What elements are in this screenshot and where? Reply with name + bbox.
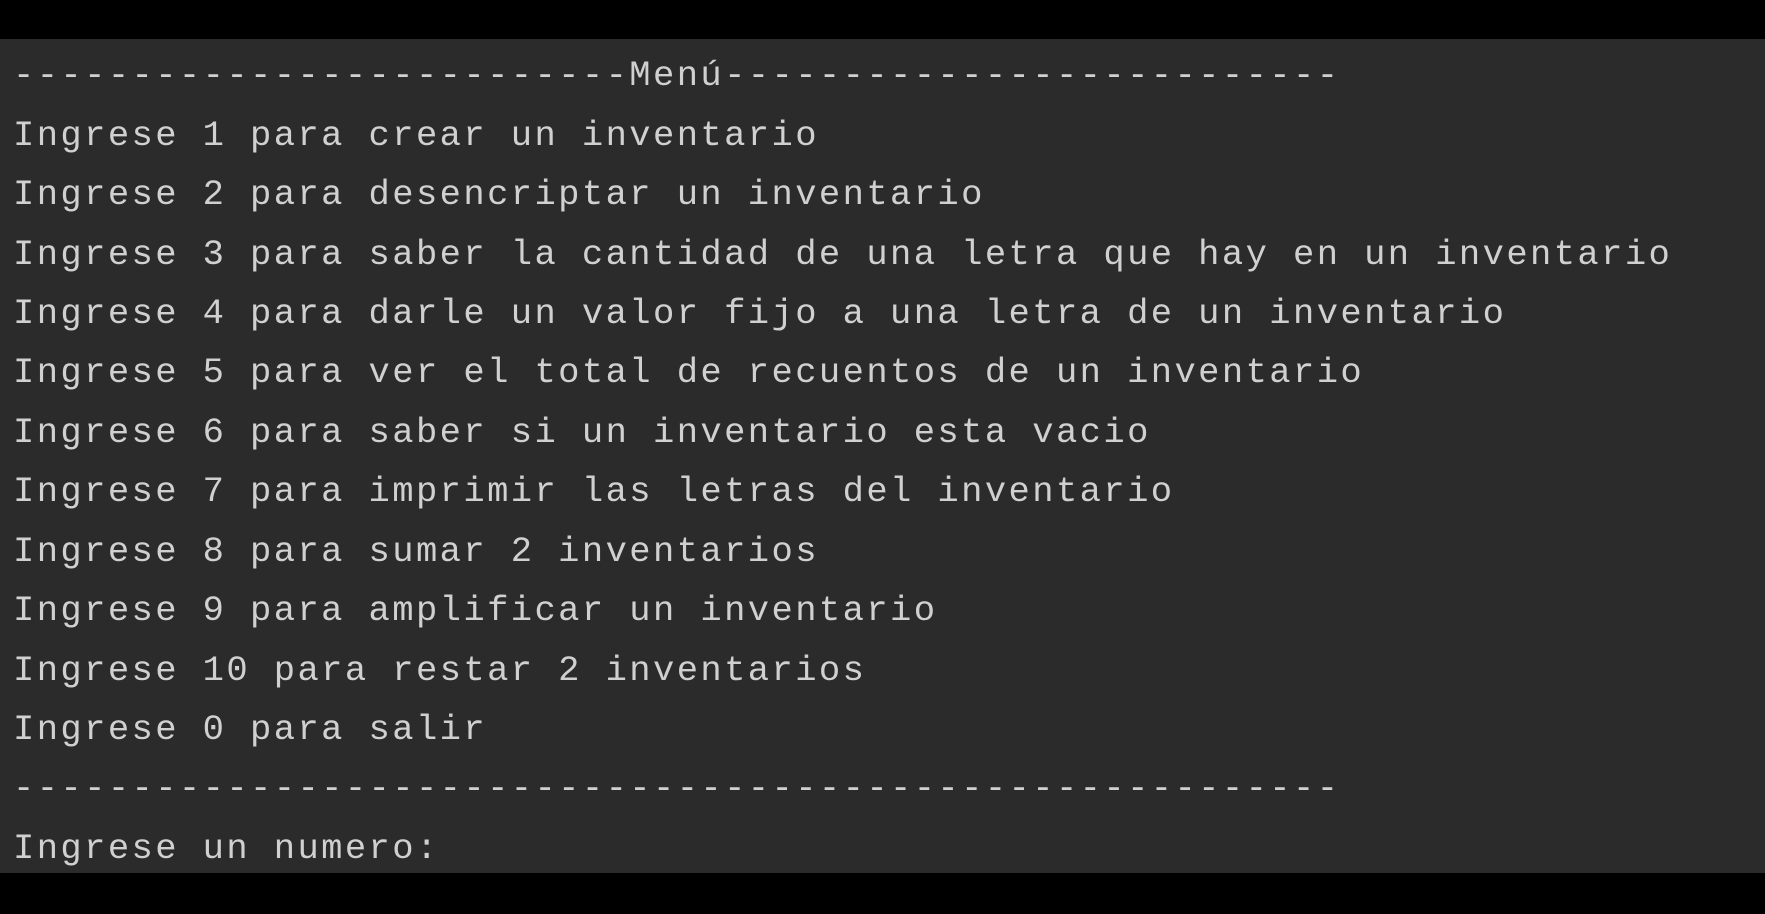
- menu-option-4: Ingrese 4 para darle un valor fijo a una…: [13, 293, 1507, 334]
- menu-option-2: Ingrese 2 para desencriptar un inventari…: [13, 174, 985, 215]
- menu-option-3: Ingrese 3 para saber la cantidad de una …: [13, 234, 1673, 275]
- console-output-panel: --------------------------Menú----------…: [0, 39, 1765, 873]
- menu-option-10: Ingrese 10 para restar 2 inventarios: [13, 650, 867, 691]
- menu-header-divider: --------------------------Menú----------…: [13, 55, 1341, 96]
- menu-option-5: Ingrese 5 para ver el total de recuentos…: [13, 352, 1365, 393]
- menu-option-7: Ingrese 7 para imprimir las letras del i…: [13, 471, 1175, 512]
- menu-option-8: Ingrese 8 para sumar 2 inventarios: [13, 531, 819, 572]
- number-input-prompt[interactable]: Ingrese un numero:: [13, 829, 440, 869]
- menu-option-1: Ingrese 1 para crear un inventario: [13, 115, 819, 156]
- menu-option-9: Ingrese 9 para amplificar un inventario: [13, 590, 938, 631]
- menu-option-6: Ingrese 6 para saber si un inventario es…: [13, 412, 1151, 453]
- menu-footer-divider: ----------------------------------------…: [13, 768, 1341, 809]
- menu-option-0: Ingrese 0 para salir: [13, 709, 488, 750]
